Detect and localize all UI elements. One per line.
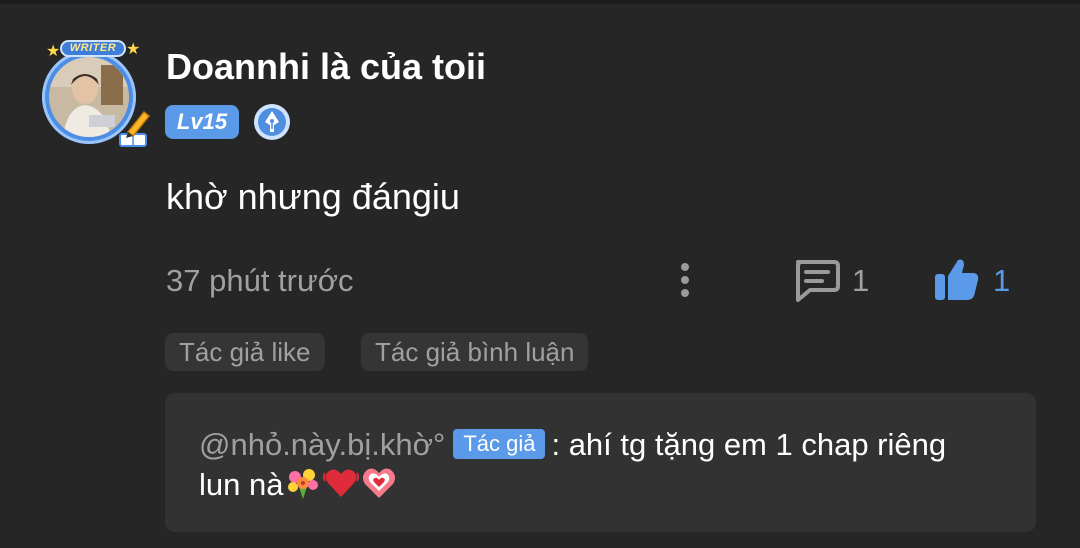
reply-count: 1 [852,263,870,298]
comment-text: khờ nhưng đángiu [166,176,460,217]
sparkling-heart-icon [363,468,396,498]
top-divider [0,0,1080,4]
reply-line: lun nà [199,465,397,503]
reply-text: : ahí tg tặng em 1 chap riêng [551,427,947,462]
star-icon: ★ [46,43,61,60]
writer-frame-badge: WRITER [60,40,126,57]
thumbs-up-icon[interactable] [932,256,980,302]
bouquet-icon [288,469,319,499]
like-count: 1 [993,263,1011,298]
reply-preview[interactable]: @nhỏ.này.bị.khờ° Tác giả: ahí tg tặng em … [165,393,1036,532]
red-heart-icon [323,469,360,497]
comment-icon[interactable] [792,258,840,302]
reply-author-handle[interactable]: @nhỏ.này.bị.khờ° [199,427,445,462]
reply-text-continued: lun nà [199,467,284,502]
timestamp: 37 phút trước [166,263,354,298]
username[interactable]: Doannhi là của toii [166,46,486,88]
author-chip: Tác giả [453,429,546,459]
avatar-photo [49,57,129,137]
level-badge: Lv15 [165,105,239,139]
avatar[interactable]: WRITER ★ ★ [34,38,152,150]
star-icon: ★ [126,41,141,58]
tag-author-liked: Tác giả like [165,333,325,371]
more-vertical-icon[interactable] [672,260,698,300]
reply-line: @nhỏ.này.bị.khờ° Tác giả: ahí tg tặng em … [199,427,946,463]
comment-screen: WRITER ★ ★ Doannhi là của toii Lv15 khờ … [0,0,1080,548]
fountain-pen-icon [254,104,290,140]
pen-icon [119,110,151,147]
tag-author-replied: Tác giả bình luận [361,333,589,371]
